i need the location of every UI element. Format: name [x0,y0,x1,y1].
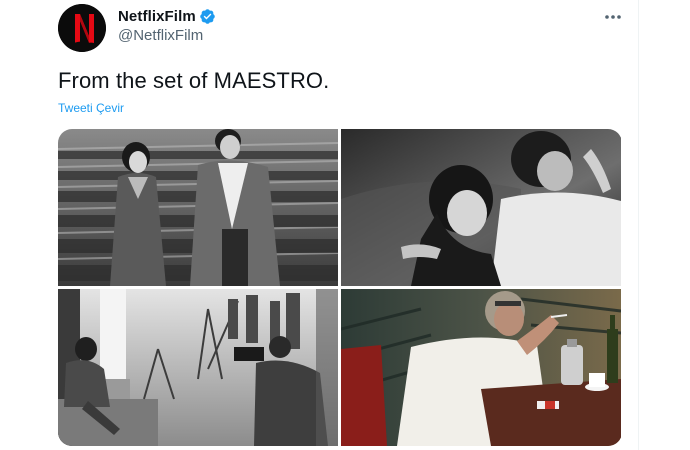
page: NetflixFilm @NetflixFilm From the set of… [0,0,690,450]
translate-link[interactable]: Tweeti Çevir [58,101,124,115]
display-name[interactable]: NetflixFilm [118,8,196,25]
avatar[interactable] [58,4,106,52]
tweet-author: NetflixFilm @NetflixFilm [118,6,216,44]
user-handle[interactable]: @NetflixFilm [118,27,216,44]
photo-4[interactable] [341,289,621,446]
tweet-text: From the set of MAESTRO. [58,68,330,93]
tweet[interactable]: NetflixFilm @NetflixFilm From the set of… [0,0,638,450]
photo-1[interactable] [58,129,338,286]
netflix-logo-icon [58,4,106,52]
more-options-icon[interactable] [600,6,626,28]
verified-badge-icon [199,8,216,25]
column-divider [638,0,639,450]
media-grid [58,129,622,446]
photo-3[interactable] [58,289,338,446]
photo-2[interactable] [341,129,621,286]
